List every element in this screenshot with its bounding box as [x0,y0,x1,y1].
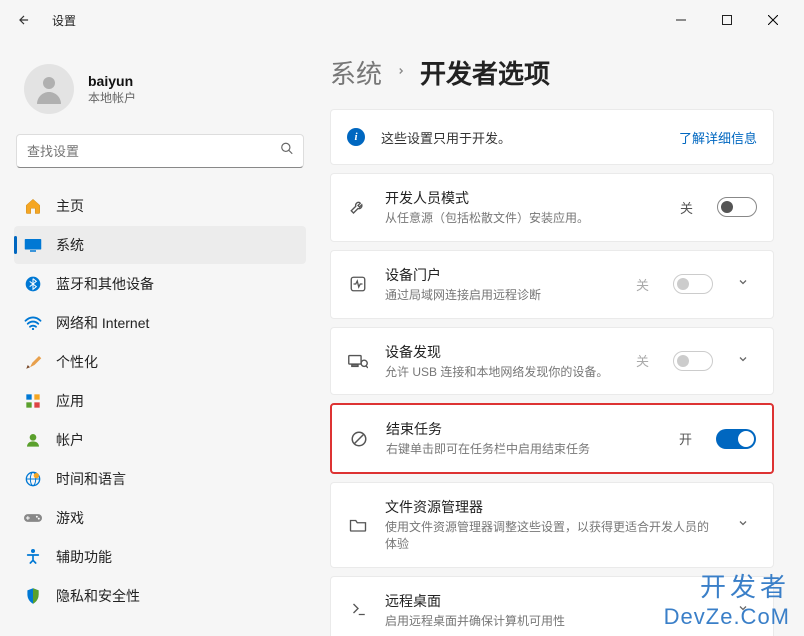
setting-title: 远程桌面 [385,591,713,611]
chevron-down-icon[interactable] [737,601,757,619]
minimize-button[interactable] [658,4,704,36]
chevron-down-icon[interactable] [737,516,757,534]
toggle-switch[interactable] [716,429,756,449]
chevron-down-icon[interactable] [737,275,757,293]
setting-card[interactable]: 设备门户 通过局域网连接启用远程诊断 关 [330,250,774,319]
tools-icon [347,198,369,216]
toggle-state-label: 关 [636,351,649,370]
sidebar-item-label: 帐户 [56,430,84,450]
setting-card[interactable]: 远程桌面 启用远程桌面并确保计算机可用性 [330,576,774,636]
setting-description: 启用远程桌面并确保计算机可用性 [385,613,713,630]
breadcrumb-current: 开发者选项 [420,54,550,91]
toggle-switch[interactable] [717,197,757,217]
brush-icon [24,353,42,371]
sidebar-item-label: 时间和语言 [56,469,126,489]
sidebar-item-access[interactable]: 辅助功能 [14,538,306,576]
access-icon [24,548,42,566]
avatar [24,64,74,114]
setting-description: 通过局域网连接启用远程诊断 [385,287,620,304]
sidebar-item-label: 网络和 Internet [56,313,149,333]
back-button[interactable] [8,4,40,36]
setting-description: 从任意源（包括松散文件）安装应用。 [385,210,664,227]
setting-title: 文件资源管理器 [385,497,713,517]
info-text: 这些设置只用于开发。 [381,128,663,147]
block-icon [348,430,370,448]
sidebar-item-brush[interactable]: 个性化 [14,343,306,381]
info-icon: i [347,128,365,146]
sidebar-item-label: 应用 [56,391,84,411]
sidebar-item-shield[interactable]: 隐私和安全性 [14,577,306,615]
user-name: baiyun [88,73,136,89]
globe-icon [24,470,42,488]
info-link[interactable]: 了解详细信息 [679,128,757,147]
setting-title: 设备发现 [385,342,620,362]
toggle-state-label: 关 [636,275,649,294]
sidebar-item-label: 辅助功能 [56,547,112,567]
toggle-switch [673,351,713,371]
sidebar-item-label: 个性化 [56,352,98,372]
maximize-button[interactable] [704,4,750,36]
shield-icon [24,587,42,605]
sidebar-item-bluetooth[interactable]: 蓝牙和其他设备 [14,265,306,303]
info-banner: i 这些设置只用于开发。 了解详细信息 [330,109,774,165]
remote-icon [347,601,369,619]
window-title: 设置 [52,12,76,29]
sidebar-item-person[interactable]: 帐户 [14,421,306,459]
sidebar-item-apps[interactable]: 应用 [14,382,306,420]
user-account-type: 本地帐户 [88,89,136,106]
home-icon [24,197,42,215]
system-icon [24,236,42,254]
setting-title: 设备门户 [385,265,620,285]
setting-description: 右键单击即可在任务栏中启用结束任务 [386,441,663,458]
toggle-switch [673,274,713,294]
setting-description: 使用文件资源管理器调整这些设置，以获得更适合开发人员的体验 [385,519,713,553]
search-input[interactable] [16,134,304,168]
sidebar-item-globe[interactable]: 时间和语言 [14,460,306,498]
person-icon [24,431,42,449]
sidebar-item-label: 隐私和安全性 [56,586,140,606]
setting-card: 结束任务 右键单击即可在任务栏中启用结束任务 开 [330,403,774,474]
nav-list: 主页系统蓝牙和其他设备网络和 Internet 个性化应用帐户时间和语言游戏辅助功… [12,186,308,616]
chevron-down-icon[interactable] [737,352,757,370]
setting-card[interactable]: 文件资源管理器 使用文件资源管理器调整这些设置，以获得更适合开发人员的体验 [330,482,774,568]
setting-title: 结束任务 [386,419,663,439]
setting-card: 开发人员模式 从任意源（包括松散文件）安装应用。 关 [330,173,774,242]
sidebar-item-wifi[interactable]: 网络和 Internet [14,304,306,342]
user-block[interactable]: baiyun 本地帐户 [12,52,308,134]
setting-card[interactable]: 设备发现 允许 USB 连接和本地网络发现你的设备。 关 [330,327,774,396]
sidebar-item-home[interactable]: 主页 [14,187,306,225]
folder-icon [347,517,369,533]
heartbeat-icon [347,275,369,293]
sidebar-item-label: 主页 [56,196,84,216]
close-button[interactable] [750,4,796,36]
breadcrumb-parent[interactable]: 系统 [330,54,382,91]
sidebar-item-label: 系统 [56,235,84,255]
sidebar-item-label: 蓝牙和其他设备 [56,274,154,294]
breadcrumb: 系统 开发者选项 [330,54,774,91]
sidebar-item-game[interactable]: 游戏 [14,499,306,537]
toggle-state-label: 关 [680,198,693,217]
toggle-state-label: 开 [679,429,692,448]
apps-icon [24,392,42,410]
setting-description: 允许 USB 连接和本地网络发现你的设备。 [385,364,620,381]
discover-icon [347,353,369,369]
bluetooth-icon [24,275,42,293]
game-icon [24,509,42,527]
wifi-icon [24,314,42,332]
sidebar-item-label: 游戏 [56,508,84,528]
chevron-right-icon [396,64,406,81]
setting-title: 开发人员模式 [385,188,664,208]
sidebar-item-system[interactable]: 系统 [14,226,306,264]
